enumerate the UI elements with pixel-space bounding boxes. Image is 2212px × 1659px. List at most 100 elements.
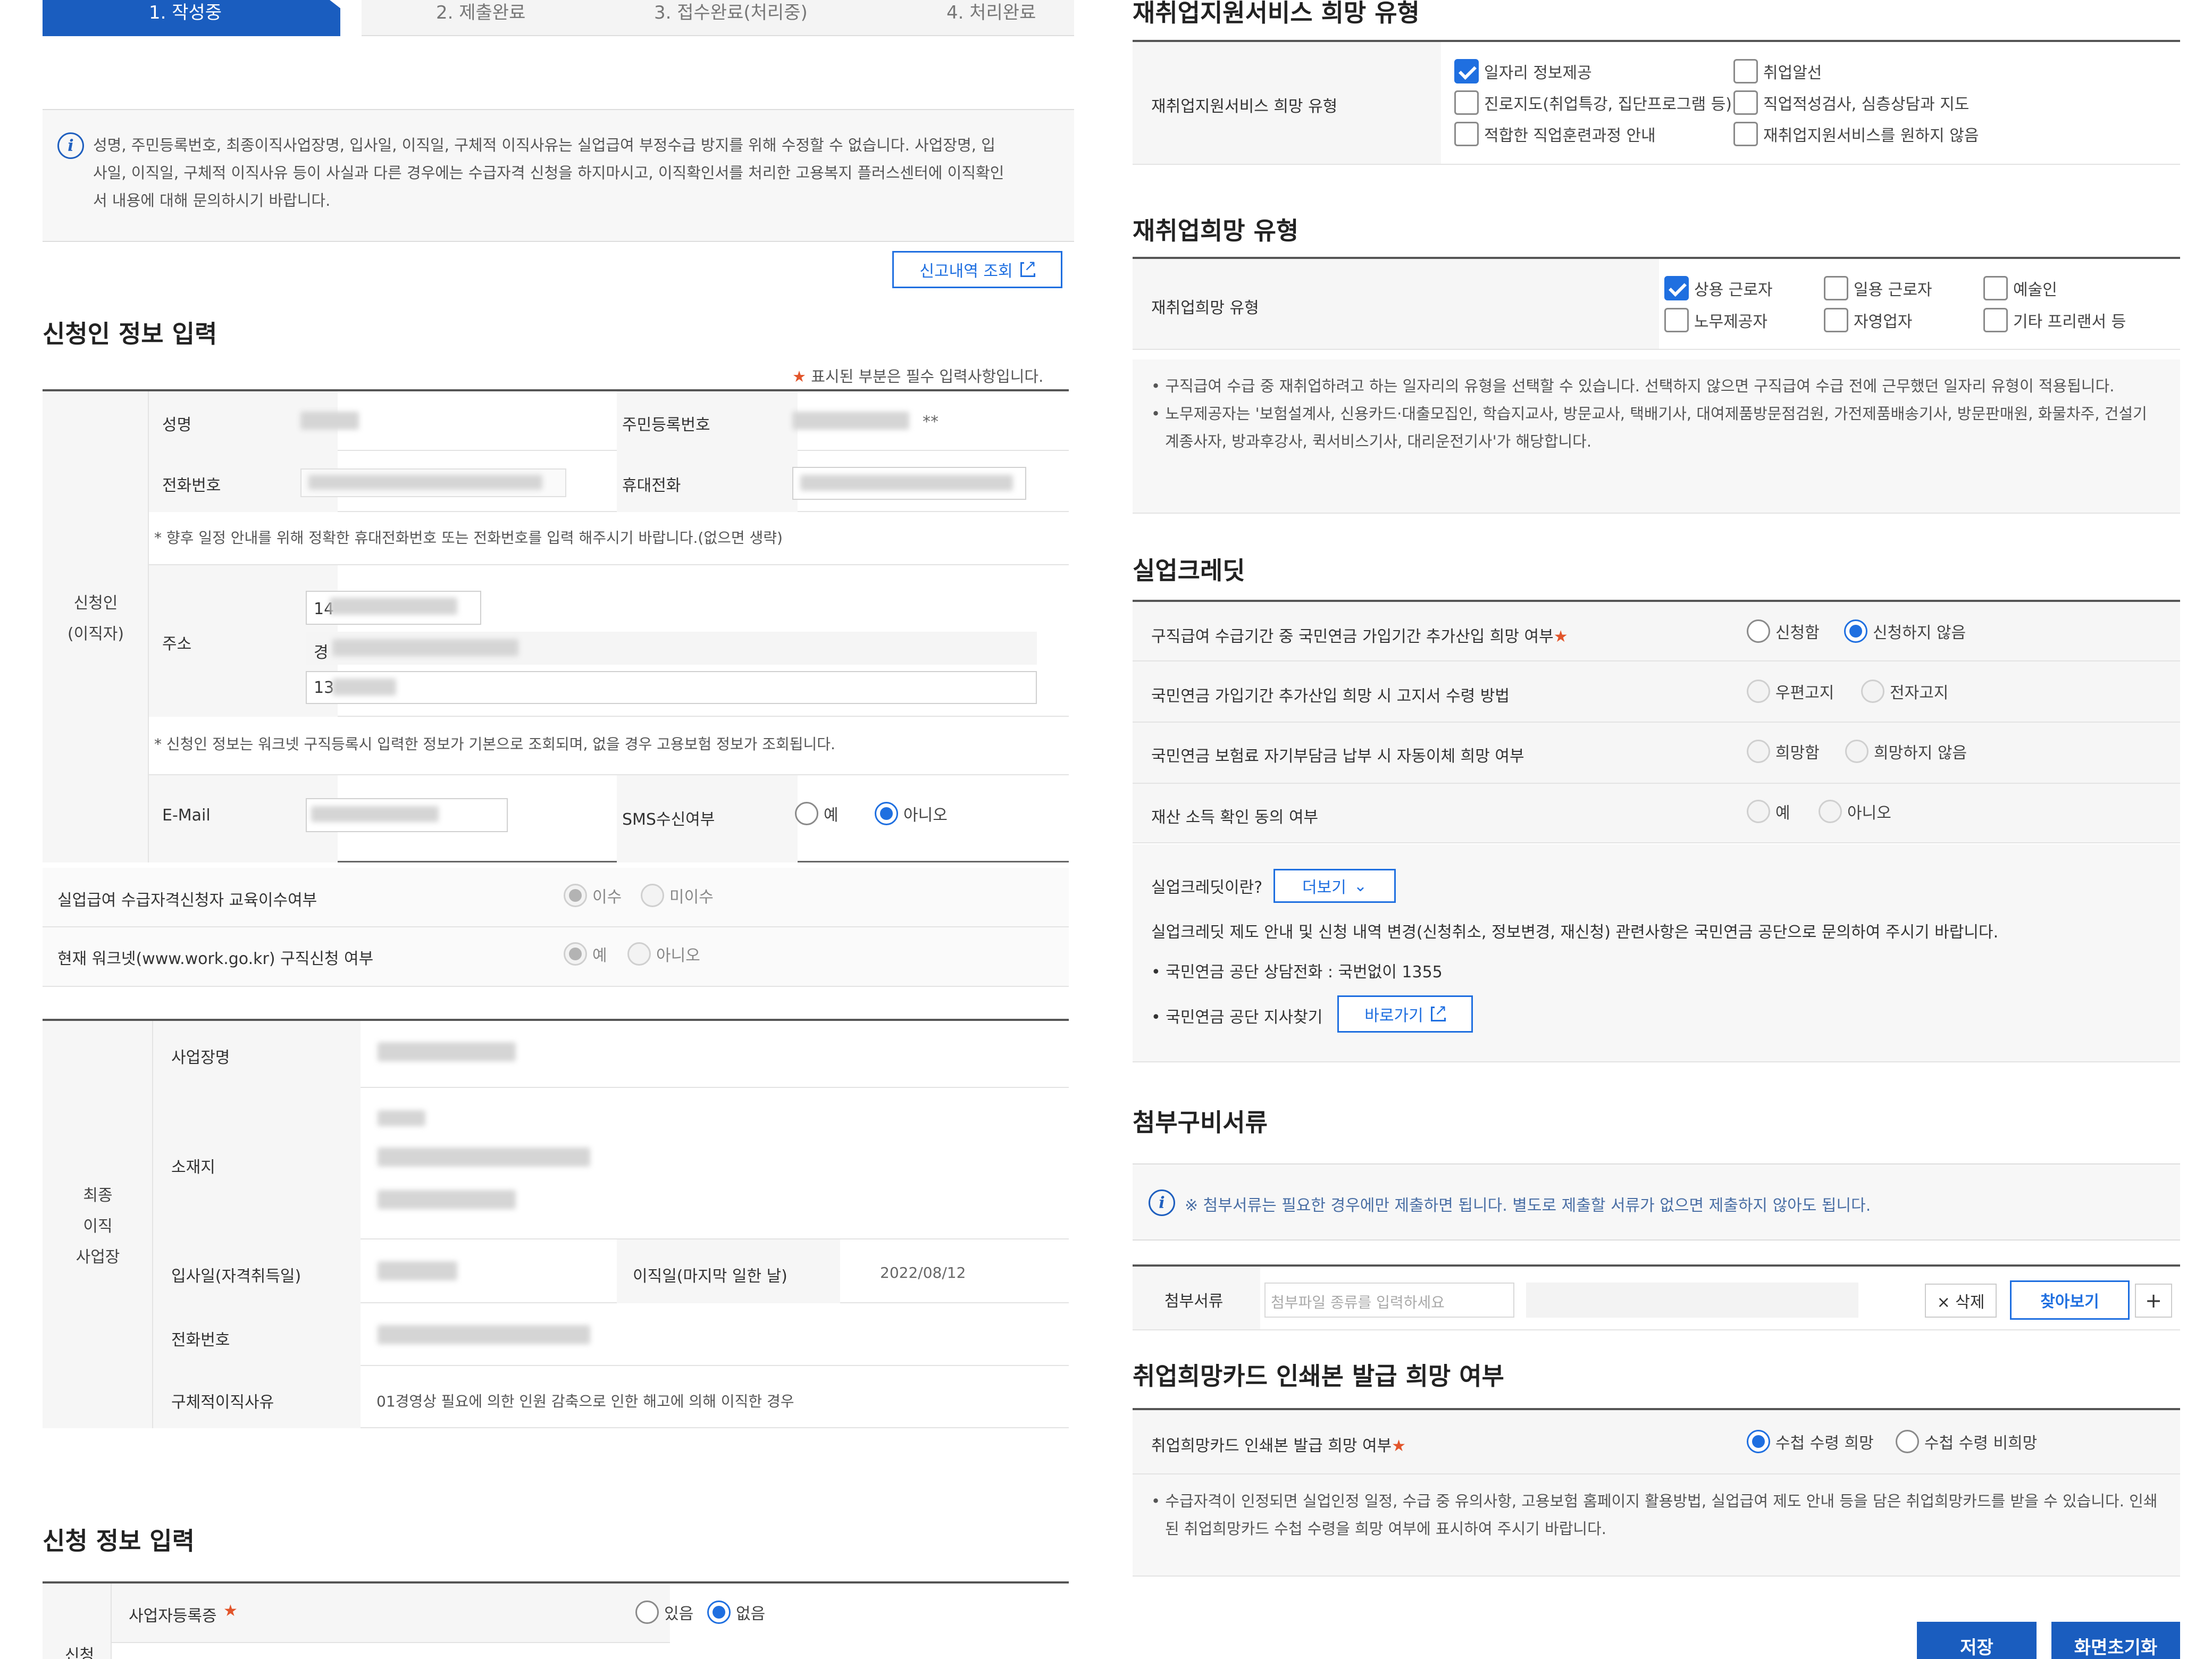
edu-option-1[interactable]: 이수 (564, 884, 622, 907)
card-note-text: 수급자격이 인정되면 실업인정 일정, 수급 중 유의사항, 고용보험 홈페이지… (1165, 1492, 2158, 1538)
type-option-6[interactable]: 기타 프리랜서 등 (1983, 308, 2126, 332)
credit-q2-radio-2[interactable] (1861, 680, 1884, 703)
type-checkbox-4[interactable] (1664, 308, 1689, 332)
ws-name-label: 사업장명 (171, 1049, 230, 1067)
attach-add-button[interactable]: + (2135, 1284, 2172, 1318)
attach-note: ※ 첨부서류는 필요한 경우에만 제출하면 됩니다. 별도로 제출할 서류가 없… (1185, 1196, 1871, 1215)
credit-q2-option-1[interactable]: 우편고지 (1747, 680, 1834, 703)
credit-info-text: 실업크레딧 제도 안내 및 신청 내역 변경(신청취소, 정보변경, 재신청) … (1151, 923, 1999, 942)
sms-yes-radio[interactable] (795, 802, 818, 825)
credit-q1-radio-2[interactable] (1844, 619, 1867, 643)
svc-checkbox-4[interactable] (1733, 90, 1758, 115)
svc-option-1[interactable]: 일자리 정보제공 (1454, 59, 1592, 83)
reemp-service-table: 재취업지원서비스 희망 유형 일자리 정보제공 취업알선 진로지도(취업특강, … (1133, 40, 2180, 165)
svc-option-6[interactable]: 재취업지원서비스를 원하지 않음 (1733, 122, 1979, 146)
svc-checkbox-3[interactable] (1454, 90, 1479, 115)
svc-checkbox-5[interactable] (1454, 122, 1479, 146)
type-option-2[interactable]: 일용 근로자 (1824, 276, 1932, 300)
attach-file-display (1526, 1283, 1858, 1318)
report-history-button[interactable]: 신고내역 조회 (892, 251, 1062, 288)
type-checkbox-1[interactable] (1664, 276, 1689, 300)
svc-checkbox-6[interactable] (1733, 122, 1758, 146)
edu-label: 실업급여 수급자격신청자 교육이수여부 (57, 891, 317, 910)
biz-option-1[interactable]: 있음 (635, 1601, 693, 1624)
credit-q4-radio-2[interactable] (1819, 800, 1842, 823)
ws-reason-label: 구체적이직사유 (171, 1393, 274, 1412)
type-option-4[interactable]: 노무제공자 (1664, 308, 1767, 332)
sms-no-option[interactable]: 아니오 (875, 802, 948, 825)
reset-button[interactable]: 화면초기화 (2051, 1622, 2180, 1659)
credit-q2-radio-1[interactable] (1747, 680, 1770, 703)
edu-radio-2[interactable] (641, 884, 664, 907)
address-line2-input[interactable] (306, 671, 1037, 704)
credit-q2-label: 국민연금 가입기간 추가산입 희망 시 고지서 수령 방법 (1151, 687, 1510, 706)
type-option-1[interactable]: 상용 근로자 (1664, 276, 1773, 300)
credit-q2-option-2[interactable]: 전자고지 (1861, 680, 1948, 703)
attach-browse-button[interactable]: 찾아보기 (2010, 1280, 2130, 1320)
card-option-1[interactable]: 수첩 수령 희망 (1747, 1430, 1874, 1453)
credit-q3-option-1[interactable]: 희망함 (1747, 740, 1820, 763)
type-option-1-label: 상용 근로자 (1694, 281, 1773, 299)
attach-type-input[interactable]: 첨부파일 종류를 입력하세요 (1264, 1283, 1514, 1318)
svc-checkbox-1[interactable] (1454, 59, 1479, 83)
svc-option-3[interactable]: 진로지도(취업특강, 집단프로그램 등) (1454, 90, 1732, 115)
workplace-table: 최종 이직 사업장 사업장명 소재지 입사일(자격취득일) 이직일(마지막 일한 날… (43, 1019, 1069, 1428)
credit-q1-option-1[interactable]: 신청함 (1747, 619, 1820, 643)
type-option-5[interactable]: 자영업자 (1824, 308, 1912, 332)
external-link-icon (1020, 258, 1037, 277)
required-star: ★ (792, 367, 811, 386)
card-label-text: 취업희망카드 인쇄본 발급 희망 여부 (1151, 1437, 1392, 1455)
card-radio-2[interactable] (1896, 1430, 1919, 1453)
required-note-text: 표시된 부분은 필수 입력사항입니다. (811, 367, 1044, 386)
credit-q1-radio-1[interactable] (1747, 619, 1770, 643)
credit-q4-radio-1[interactable] (1747, 800, 1770, 823)
sms-yes-option[interactable]: 예 (795, 802, 839, 825)
credit-go-button[interactable]: 바로가기 (1337, 995, 1473, 1033)
step-2-label: 2. 제출완료 (436, 2, 526, 23)
rrn-mask: ** (923, 413, 939, 431)
step-4-label: 4. 처리완료 (946, 2, 1036, 23)
worknet-option-1[interactable]: 예 (564, 942, 607, 966)
reemp-type-note-2-text: 노무제공자는 '보험설계사, 신용카드·대출모집인, 학습지교사, 방문교사, … (1165, 405, 2147, 450)
biz-radio-2[interactable] (707, 1601, 731, 1624)
biz-radio-1[interactable] (635, 1601, 659, 1624)
credit-q4-option-1[interactable]: 예 (1747, 800, 1790, 823)
svc-option-2[interactable]: 취업알선 (1733, 59, 1822, 83)
type-checkbox-5[interactable] (1824, 308, 1848, 332)
biz-label: 사업자등록증 (129, 1607, 217, 1626)
credit-q1-option-2[interactable]: 신청하지 않음 (1844, 619, 1966, 643)
type-checkbox-2[interactable] (1824, 276, 1848, 300)
edu-option-2-label: 미이수 (669, 888, 714, 907)
worknet-radio-1[interactable] (564, 942, 587, 966)
edu-radio-1[interactable] (564, 884, 587, 907)
biz-option-2[interactable]: 없음 (707, 1601, 765, 1624)
ws-leave-date: 2022/08/12 (880, 1264, 966, 1281)
svc-checkbox-2[interactable] (1733, 59, 1758, 83)
type-checkbox-3[interactable] (1983, 276, 2008, 300)
ws-join-value (378, 1261, 457, 1280)
worknet-option-1-label: 예 (592, 946, 607, 965)
credit-q3-option-2[interactable]: 희망하지 않음 (1845, 740, 1967, 763)
credit-q2-option-1-label: 우편고지 (1775, 684, 1834, 702)
credit-q3-radio-1[interactable] (1747, 740, 1770, 763)
type-option-3[interactable]: 예술인 (1983, 276, 2057, 300)
card-option-2[interactable]: 수첩 수령 비희망 (1896, 1430, 2037, 1453)
credit-q3-radio-2[interactable] (1845, 740, 1869, 763)
save-button[interactable]: 저장 (1917, 1622, 2037, 1659)
card-radio-1[interactable] (1747, 1430, 1770, 1453)
edu-option-2[interactable]: 미이수 (641, 884, 714, 907)
svc-option-4[interactable]: 직업적성검사, 심층상담과 지도 (1733, 90, 1969, 115)
svc-option-5[interactable]: 적합한 직업훈련과정 안내 (1454, 122, 1656, 146)
credit-q4-option-2[interactable]: 아니오 (1819, 800, 1891, 823)
sms-no-radio[interactable] (875, 802, 898, 825)
worknet-radio-2[interactable] (627, 942, 651, 966)
address-line2-prefix: 13 (314, 678, 334, 697)
attach-delete-button[interactable]: × 삭제 (1925, 1284, 1997, 1318)
card-title: 취업희망카드 인쇄본 발급 희망 여부 (1133, 1362, 1504, 1390)
credit-info-box: 실업크레딧이란? 더보기 ⌄ 실업크레딧 제도 안내 및 신청 내역 변경(신청… (1133, 844, 2180, 1062)
type-checkbox-6[interactable] (1983, 308, 2008, 332)
credit-more-button[interactable]: 더보기 ⌄ (1273, 869, 1396, 903)
name-label: 성명 (162, 416, 192, 434)
credit-q3-option-2-label: 희망하지 않음 (1874, 744, 1967, 763)
worknet-option-2[interactable]: 아니오 (627, 942, 700, 966)
